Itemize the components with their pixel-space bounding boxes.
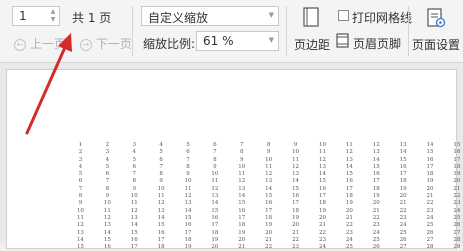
sheet-cell: 16 [103, 244, 111, 251]
sheet-cell: 23 [292, 244, 300, 251]
sheet-cell: 25 [345, 244, 353, 251]
sheet-cell: 19 [184, 244, 192, 251]
sheet-cell: 21 [238, 244, 246, 251]
sheet-cell: 29 [453, 244, 461, 251]
sheet-cell: 15 [76, 244, 84, 251]
sheet-cell: 17 [130, 244, 138, 251]
sheet-cell: 22 [265, 244, 273, 251]
sheet-cell: 24 [318, 244, 326, 251]
sheet-cell: 18 [157, 244, 165, 251]
sheet-cell: 20 [211, 244, 219, 251]
sheet-cell: 27 [399, 244, 407, 251]
annotation-arrow [25, 33, 72, 135]
sheet-cell: 26 [372, 244, 380, 251]
sheet-cell: 28 [426, 244, 434, 251]
